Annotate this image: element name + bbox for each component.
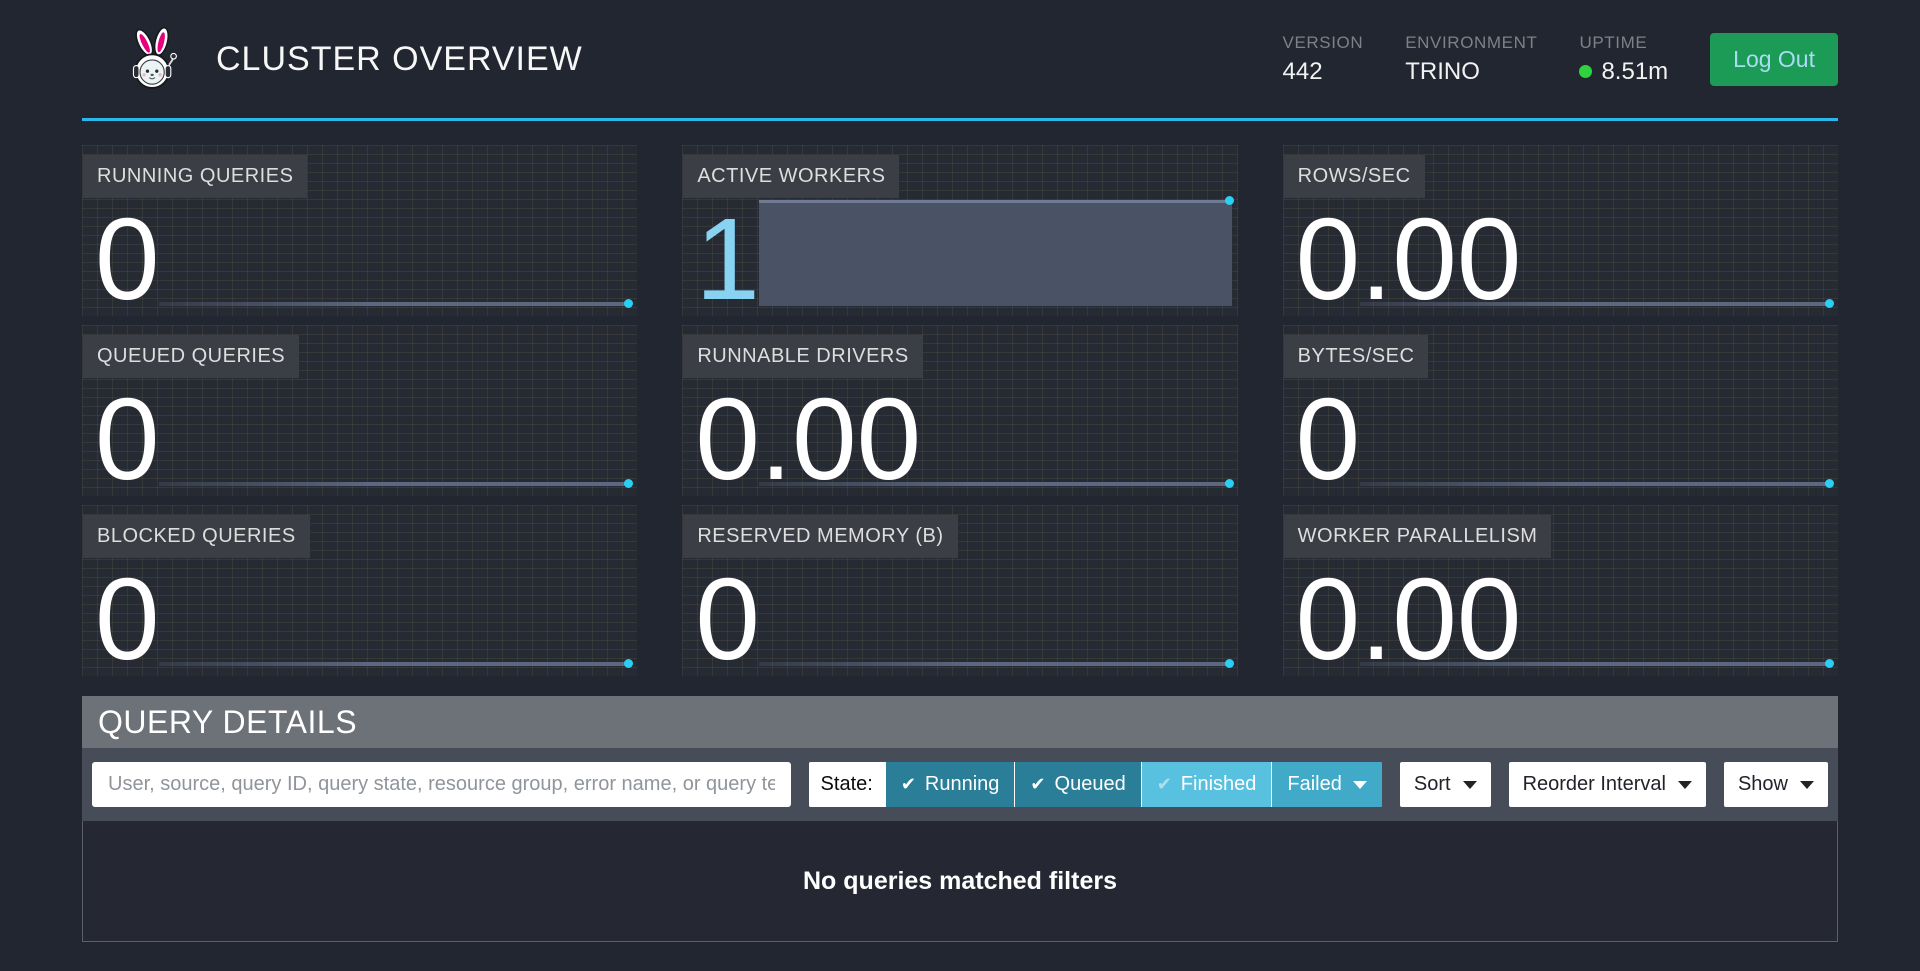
query-details-section: QUERY DETAILS State: ✔ Running ✔ Queued … (82, 696, 1838, 942)
metric-value: 0 (1296, 393, 1361, 486)
metric-value: 0.00 (1296, 573, 1522, 666)
uptime-value: 8.51m (1601, 58, 1668, 86)
reorder-interval-dropdown-button[interactable]: Reorder Interval (1509, 762, 1706, 807)
version-label: VERSION (1283, 33, 1364, 53)
sort-dropdown-button[interactable]: Sort (1400, 762, 1491, 807)
uptime-status-dot (1579, 65, 1592, 78)
empty-results-message: No queries matched filters (803, 867, 1117, 896)
metric-value: 0.00 (1296, 213, 1522, 306)
sparkline-endpoint-dot (624, 659, 633, 668)
metric-label: RESERVED MEMORY (B) (683, 515, 957, 558)
sparkline-line (1360, 482, 1832, 486)
state-filter-finished[interactable]: ✔ Finished (1142, 762, 1272, 807)
check-icon: ✔ (901, 774, 916, 795)
check-icon: ✔ (1030, 774, 1045, 795)
environment-value: TRINO (1405, 58, 1537, 86)
sort-label: Sort (1414, 773, 1451, 796)
metric-sparkline (759, 560, 1231, 666)
sparkline-endpoint-dot (624, 299, 633, 308)
caret-down-icon (1678, 781, 1692, 789)
sparkline-line (159, 302, 631, 306)
reorder-interval-label: Reorder Interval (1523, 773, 1666, 796)
sparkline-line (159, 482, 631, 486)
sparkline-endpoint-dot (1225, 196, 1234, 205)
metric-label: WORKER PARALLELISM (1284, 515, 1552, 558)
sparkline-line (159, 662, 631, 666)
environment-label: ENVIRONMENT (1405, 33, 1537, 53)
caret-down-icon (1353, 781, 1367, 789)
query-filter-toolbar: State: ✔ Running ✔ Queued ✔ Finished Fai… (82, 748, 1838, 821)
page-title: CLUSTER OVERVIEW (216, 40, 583, 79)
metric-card-worker-parallelism: WORKER PARALLELISM 0.00 (1283, 505, 1838, 676)
query-search-input[interactable] (92, 762, 791, 807)
metric-label: ROWS/SEC (1284, 155, 1425, 198)
state-filter-failed-dropdown[interactable]: Failed (1272, 762, 1381, 807)
metric-sparkline (1360, 380, 1832, 486)
metric-value: 1 (695, 213, 760, 306)
sparkline-endpoint-dot (1225, 479, 1234, 488)
sparkline-endpoint-dot (1825, 479, 1834, 488)
uptime-stat: UPTIME 8.51m (1579, 33, 1668, 86)
header: CLUSTER OVERVIEW VERSION 442 ENVIRONMENT… (82, 0, 1838, 121)
check-icon: ✔ (1157, 774, 1172, 795)
sparkline-endpoint-dot (1825, 659, 1834, 668)
query-results-area: No queries matched filters (82, 821, 1838, 942)
metric-value: 0 (95, 393, 160, 486)
metrics-grid: RUNNING QUERIES 0 ACTIVE WORKERS 1 ROWS/… (82, 145, 1838, 676)
state-filter-group: State: ✔ Running ✔ Queued ✔ Finished Fai… (809, 762, 1382, 807)
metric-value: 0.00 (695, 393, 921, 486)
state-filter-finished-label: Finished (1181, 773, 1257, 796)
metric-label: BYTES/SEC (1284, 335, 1429, 378)
uptime-label: UPTIME (1579, 33, 1668, 53)
show-label: Show (1738, 773, 1788, 796)
state-filter-queued-label: Queued (1055, 773, 1126, 796)
sparkline-endpoint-dot (1225, 659, 1234, 668)
metric-value: 0 (95, 573, 160, 666)
metric-area-chart (759, 200, 1231, 306)
metric-sparkline (159, 560, 631, 666)
page: CLUSTER OVERVIEW VERSION 442 ENVIRONMENT… (0, 0, 1920, 942)
log-out-button[interactable]: Log Out (1710, 33, 1838, 86)
sparkline-endpoint-dot (624, 479, 633, 488)
metric-value: 0 (695, 573, 760, 666)
sparkline-endpoint-dot (1825, 299, 1834, 308)
metric-sparkline (159, 380, 631, 486)
area-chart-fill (759, 200, 1231, 306)
metric-label: RUNNING QUERIES (83, 155, 307, 198)
caret-down-icon (1463, 781, 1477, 789)
state-filter-label: State: (809, 762, 885, 807)
metric-card-queued-queries: QUEUED QUERIES 0 (82, 325, 637, 496)
state-filter-queued[interactable]: ✔ Queued (1015, 762, 1140, 807)
metric-card-rows-sec: ROWS/SEC 0.00 (1283, 145, 1838, 316)
metric-label: RUNNABLE DRIVERS (683, 335, 922, 378)
metric-label: ACTIVE WORKERS (683, 155, 899, 198)
metric-card-bytes-sec: BYTES/SEC 0 (1283, 325, 1838, 496)
uptime-value-row: 8.51m (1579, 58, 1668, 86)
environment-stat: ENVIRONMENT TRINO (1405, 33, 1537, 86)
metric-label: QUEUED QUERIES (83, 335, 299, 378)
header-stats: VERSION 442 ENVIRONMENT TRINO UPTIME 8.5… (1283, 33, 1838, 86)
metric-value: 0 (95, 213, 160, 306)
sparkline-line (759, 662, 1231, 666)
version-stat: VERSION 442 (1283, 33, 1364, 86)
metric-card-runnable-drivers: RUNNABLE DRIVERS 0.00 (682, 325, 1237, 496)
state-filter-failed-label: Failed (1287, 773, 1341, 796)
metric-sparkline (159, 200, 631, 306)
query-details-title: QUERY DETAILS (82, 696, 1838, 748)
show-dropdown-button[interactable]: Show (1724, 762, 1828, 807)
state-filter-running[interactable]: ✔ Running (886, 762, 1015, 807)
state-filter-running-label: Running (925, 773, 1000, 796)
caret-down-icon (1800, 781, 1814, 789)
metric-card-active-workers: ACTIVE WORKERS 1 (682, 145, 1237, 316)
metric-card-reserved-memory: RESERVED MEMORY (B) 0 (682, 505, 1237, 676)
version-value: 442 (1283, 58, 1364, 86)
metric-label: BLOCKED QUERIES (83, 515, 310, 558)
metric-card-running-queries: RUNNING QUERIES 0 (82, 145, 637, 316)
metric-card-blocked-queries: BLOCKED QUERIES 0 (82, 505, 637, 676)
trino-bunny-logo[interactable] (126, 26, 182, 92)
